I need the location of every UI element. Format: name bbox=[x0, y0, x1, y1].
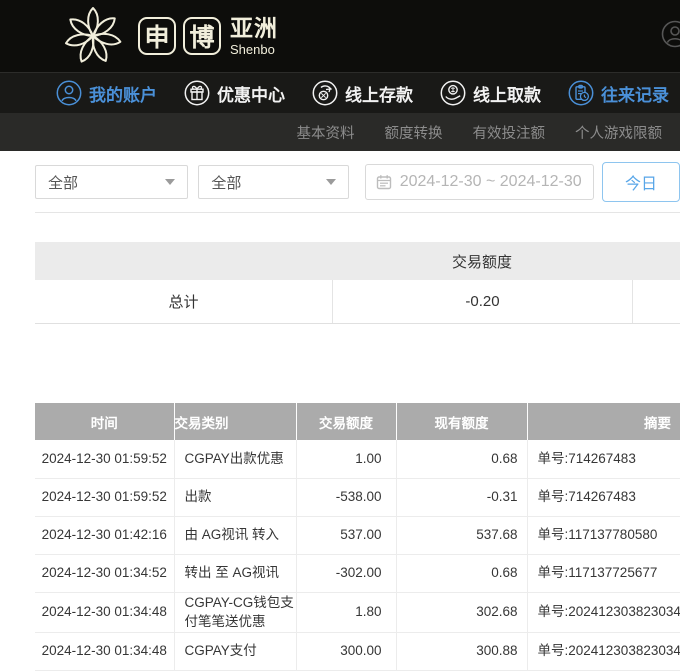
cell-type: CGPAY出款优惠 bbox=[174, 440, 296, 478]
cell-balance: 0.68 bbox=[396, 440, 527, 478]
user-icon bbox=[56, 80, 82, 106]
summary-amount-header: 交易额度 bbox=[332, 242, 632, 280]
main-nav: 我的账户 优惠中心 线上存款 线上取款 bbox=[0, 72, 680, 113]
cell-summary: 单号:117137725677 bbox=[527, 554, 680, 592]
cell-summary: 单号:714267483 bbox=[527, 440, 680, 478]
nav-item-label: 线上存款 bbox=[345, 81, 413, 106]
summary-header-row: 交易额度 bbox=[35, 242, 680, 280]
cell-type: CGPAY支付 bbox=[174, 632, 296, 670]
cell-balance: 300.88 bbox=[396, 632, 527, 670]
table-row: 2024-12-30 01:34:48 CGPAY支付 300.00 300.8… bbox=[35, 632, 680, 670]
nav-item-label: 往来记录 bbox=[601, 81, 669, 106]
subnav-item-basic-info[interactable]: 基本资料 bbox=[297, 122, 355, 143]
category-select-value: 全部 bbox=[48, 172, 78, 193]
cell-time: 2024-12-30 01:34:48 bbox=[35, 592, 174, 632]
date-range-input[interactable]: 2024-12-30 ~ 2024-12-30 bbox=[365, 164, 594, 200]
cell-amount: 1.80 bbox=[296, 592, 396, 632]
type-select-value: 全部 bbox=[211, 172, 241, 193]
column-header-summary: 摘要 bbox=[527, 403, 680, 440]
logo-subtitle-text: Shenbo bbox=[230, 43, 278, 56]
table-row: 2024-12-30 01:34:52 转出 至 AG视讯 -302.00 0.… bbox=[35, 554, 680, 592]
records-clipboard-clock-icon bbox=[568, 80, 594, 106]
nav-item-promotions[interactable]: 优惠中心 bbox=[184, 80, 285, 106]
cell-summary: 单号:2024123038230344 bbox=[527, 632, 680, 670]
cell-type: 由 AG视讯 转入 bbox=[174, 516, 296, 554]
cell-time: 2024-12-30 01:42:16 bbox=[35, 516, 174, 554]
table-row: 2024-12-30 01:59:52 CGPAY出款优惠 1.00 0.68 … bbox=[35, 440, 680, 478]
withdraw-hand-coin-icon bbox=[440, 80, 466, 106]
cell-time: 2024-12-30 01:59:52 bbox=[35, 478, 174, 516]
subnav-item-credit-transfer[interactable]: 额度转换 bbox=[385, 122, 443, 143]
transactions-table: 时间 交易类别 交易额度 现有额度 摘要 2024-12-30 01:59:52… bbox=[35, 403, 680, 671]
nav-item-my-account[interactable]: 我的账户 bbox=[56, 80, 157, 106]
summary-total-row: 总计 -0.20 bbox=[35, 280, 680, 324]
flower-logo-icon bbox=[55, 4, 131, 68]
summary-table: 交易额度 总计 -0.20 bbox=[35, 242, 680, 324]
cell-summary: 单号:2024123038230344 bbox=[527, 592, 680, 632]
column-header-type: 交易类别 bbox=[174, 403, 296, 440]
cell-amount: 537.00 bbox=[296, 516, 396, 554]
column-header-amount: 交易额度 bbox=[296, 403, 396, 440]
cell-balance: 302.68 bbox=[396, 592, 527, 632]
cell-balance: 537.68 bbox=[396, 516, 527, 554]
subnav-item-personal-game-limit[interactable]: 个人游戏限额 bbox=[575, 122, 662, 143]
cell-amount: 1.00 bbox=[296, 440, 396, 478]
subnav-item-valid-bets[interactable]: 有效投注额 bbox=[473, 122, 546, 143]
nav-item-online-deposit[interactable]: 线上存款 bbox=[312, 80, 413, 106]
chevron-down-icon bbox=[326, 179, 336, 185]
nav-item-transaction-records[interactable]: 往来记录 bbox=[568, 80, 669, 106]
cell-type: CGPAY-CG钱包支付笔笔送优惠 bbox=[174, 592, 296, 632]
cell-type: 出款 bbox=[174, 478, 296, 516]
type-select[interactable]: 全部 bbox=[198, 165, 348, 199]
logo-char-shen: 申 bbox=[138, 17, 176, 55]
account-sub-nav: 基本资料 额度转换 有效投注额 个人游戏限额 bbox=[0, 113, 680, 151]
cell-time: 2024-12-30 01:34:48 bbox=[35, 632, 174, 670]
summary-total-value: -0.20 bbox=[332, 280, 632, 323]
logo-region-text: 亚洲 bbox=[230, 17, 278, 40]
cell-summary: 单号:117137780580 bbox=[527, 516, 680, 554]
column-header-balance: 现有额度 bbox=[396, 403, 527, 440]
cell-type: 转出 至 AG视讯 bbox=[174, 554, 296, 592]
cell-balance: 0.68 bbox=[396, 554, 527, 592]
cell-amount: 300.00 bbox=[296, 632, 396, 670]
gift-icon bbox=[184, 80, 210, 106]
nav-item-online-withdrawal[interactable]: 线上取款 bbox=[440, 80, 541, 106]
chevron-down-icon bbox=[165, 179, 175, 185]
table-row: 2024-12-30 01:59:52 出款 -538.00 -0.31 单号:… bbox=[35, 478, 680, 516]
nav-item-label: 线上取款 bbox=[473, 81, 541, 106]
site-header: 申 博 亚洲 Shenbo bbox=[0, 0, 680, 72]
date-range-value: 2024-12-30 ~ 2024-12-30 bbox=[400, 173, 582, 191]
user-avatar-icon[interactable] bbox=[661, 20, 680, 48]
table-row: 2024-12-30 01:34:48 CGPAY-CG钱包支付笔笔送优惠 1.… bbox=[35, 592, 680, 632]
cell-amount: -302.00 bbox=[296, 554, 396, 592]
column-header-time: 时间 bbox=[35, 403, 174, 440]
today-button[interactable]: 今日 bbox=[602, 162, 680, 202]
section-divider bbox=[35, 212, 680, 213]
filter-toolbar: 全部 全部 2024-12-30 ~ 2024-12-30 今日 bbox=[35, 162, 680, 202]
transactions-header-row: 时间 交易类别 交易额度 现有额度 摘要 bbox=[35, 403, 680, 440]
calendar-icon bbox=[376, 174, 392, 190]
cell-balance: -0.31 bbox=[396, 478, 527, 516]
logo-char-bo: 博 bbox=[183, 17, 221, 55]
category-select[interactable]: 全部 bbox=[35, 165, 188, 199]
summary-total-label: 总计 bbox=[35, 280, 332, 323]
summary-empty-cell bbox=[632, 280, 680, 323]
deposit-hand-coin-icon bbox=[312, 80, 338, 106]
cell-summary: 单号:714267483 bbox=[527, 478, 680, 516]
cell-amount: -538.00 bbox=[296, 478, 396, 516]
table-row: 2024-12-30 01:42:16 由 AG视讯 转入 537.00 537… bbox=[35, 516, 680, 554]
cell-time: 2024-12-30 01:59:52 bbox=[35, 440, 174, 478]
nav-item-label: 优惠中心 bbox=[217, 81, 285, 106]
nav-item-label: 我的账户 bbox=[89, 81, 157, 106]
cell-time: 2024-12-30 01:34:52 bbox=[35, 554, 174, 592]
brand-logo[interactable]: 申 博 亚洲 Shenbo bbox=[55, 4, 278, 68]
